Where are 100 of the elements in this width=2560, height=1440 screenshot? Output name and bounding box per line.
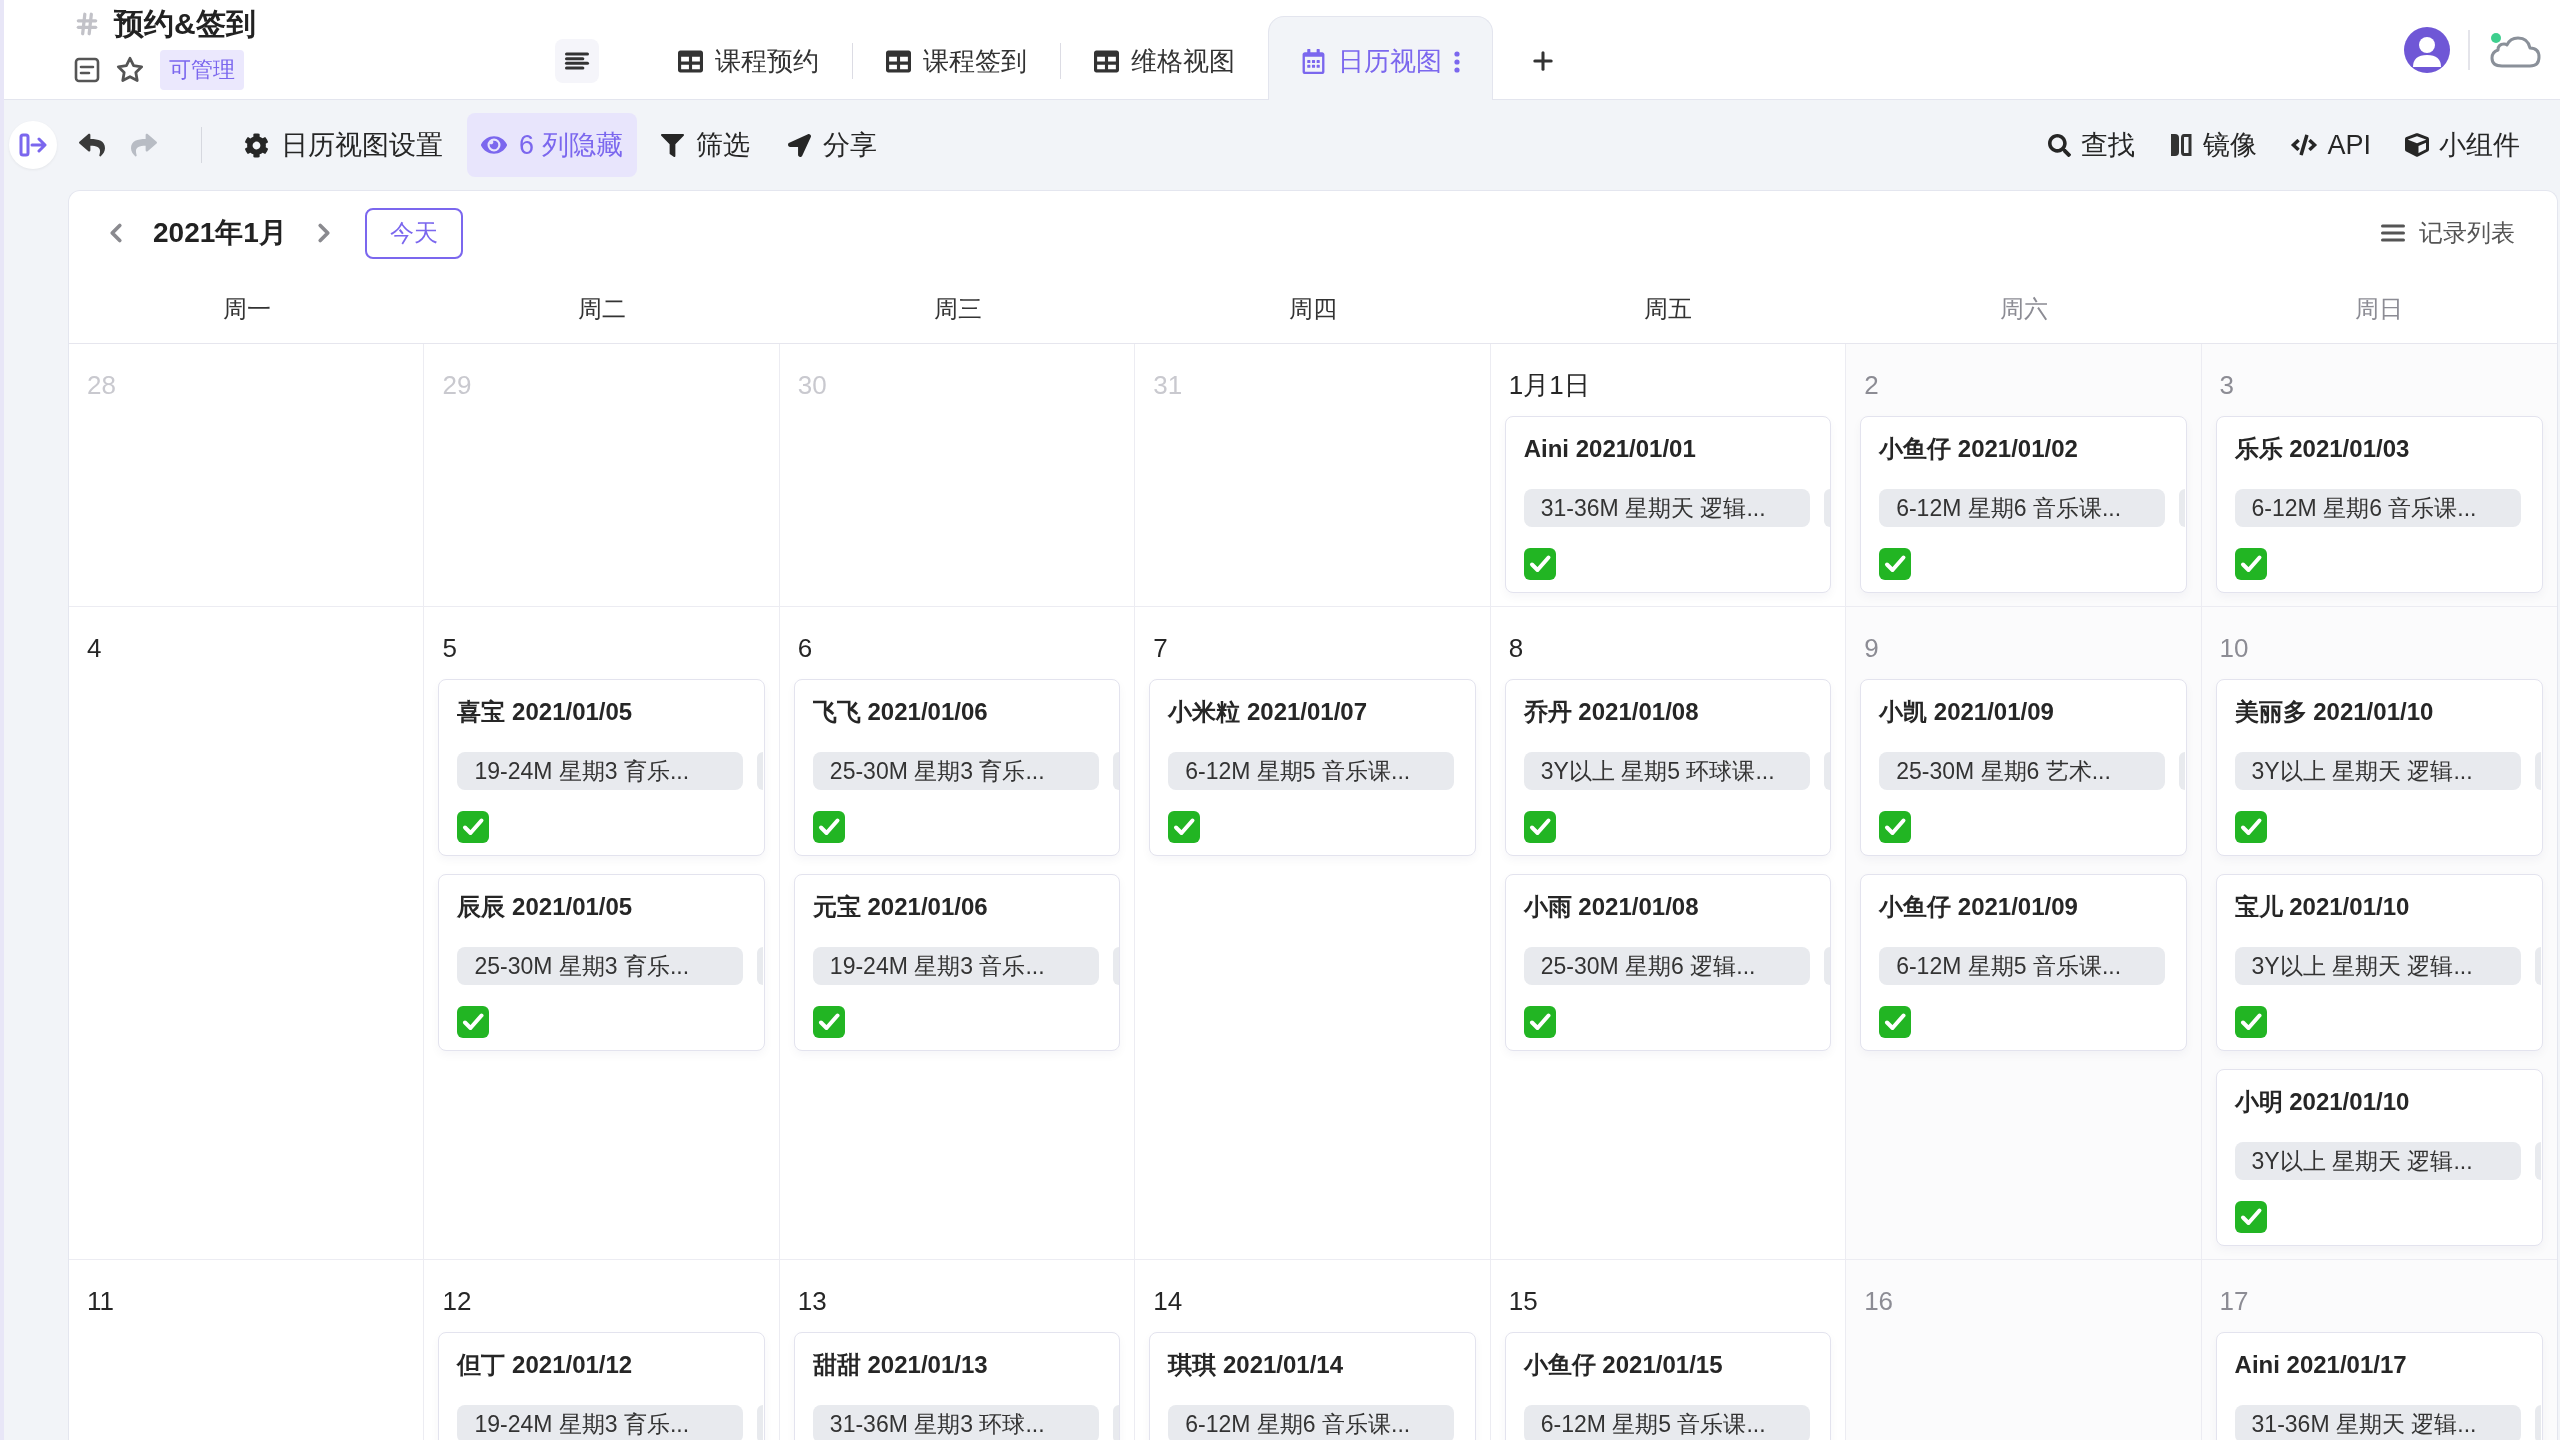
- sheet-title: 预约&签到: [114, 5, 256, 42]
- day-number: 9: [1863, 632, 1879, 664]
- day-number: 7: [1152, 632, 1168, 664]
- day-number: 2: [1863, 369, 1879, 401]
- weekday-label: 周六: [1999, 294, 2048, 324]
- today-button[interactable]: 今天: [364, 207, 463, 259]
- event-card[interactable]: 小鱼仔 2021/01/02 6-12M 星期6 音乐课...: [1860, 416, 2187, 593]
- api-button[interactable]: API: [2283, 117, 2379, 173]
- course-tag: 3Y以上 星期天 逻辑...: [2234, 947, 2521, 985]
- weekday-label: 周三: [933, 294, 982, 324]
- event-card[interactable]: 甜甜 2021/01/13 31-36M 星期3 环球...: [793, 1332, 1121, 1440]
- event-title: 甜甜 2021/01/13: [812, 1350, 988, 1380]
- course-tag: 6-12M 星期6 音乐课...: [1879, 489, 2166, 527]
- event-title: Aini 2021/01/17: [2234, 1350, 2407, 1380]
- day-number: 12: [441, 1285, 472, 1317]
- event-card[interactable]: 小鱼仔 2021/01/15 6-12M 星期5 音乐课...: [1504, 1332, 1832, 1440]
- star-icon: [116, 56, 144, 84]
- day-number: 17: [2218, 1285, 2249, 1317]
- record-list-button[interactable]: 记录列表: [2379, 217, 2515, 249]
- event-card[interactable]: Aini 2021/01/17 31-36M 星期天 逻辑...: [2215, 1332, 2543, 1440]
- event-card[interactable]: 小凯 2021/01/09 25-30M 星期6 艺术...: [1860, 679, 2187, 856]
- share-button[interactable]: 分享: [773, 113, 891, 177]
- view-tab[interactable]: 日历视图: [1268, 16, 1493, 100]
- mirror-button[interactable]: 镜像: [2161, 117, 2266, 173]
- gear-icon: [244, 132, 269, 158]
- event-title: 琪琪 2021/01/14: [1168, 1350, 1344, 1380]
- calendar-settings-button[interactable]: 日历视图设置: [230, 113, 457, 177]
- event-title: 小鱼仔 2021/01/02: [1879, 434, 2078, 464]
- month-label: 2021年1月: [153, 216, 287, 250]
- course-tag: 19-24M 星期3 音乐...: [812, 947, 1099, 985]
- view-tab[interactable]: 课程签到: [853, 16, 1060, 100]
- sidebar-toggle-button[interactable]: [9, 121, 57, 169]
- course-tag: 31-36M 星期3 环球...: [812, 1405, 1099, 1440]
- day-number: 14: [1152, 1285, 1183, 1317]
- send-icon: [787, 133, 811, 157]
- event-card[interactable]: 小鱼仔 2021/01/09 6-12M 星期5 音乐课...: [1860, 874, 2187, 1051]
- course-tag: 19-24M 星期3 育乐...: [457, 1405, 744, 1440]
- course-tag: 19-24M 星期3 育乐...: [457, 752, 744, 790]
- filter-icon: [660, 133, 684, 157]
- event-card[interactable]: 小米粒 2021/01/07 6-12M 星期5 音乐课...: [1149, 679, 1476, 856]
- event-card[interactable]: 美丽多 2021/01/10 3Y以上 星期天 逻辑...: [2215, 679, 2543, 856]
- find-button[interactable]: 查找: [2040, 117, 2144, 173]
- calendar-icon: [1301, 49, 1326, 74]
- weekday-label: 周四: [1289, 294, 1337, 324]
- day-number: 16: [1863, 1285, 1894, 1317]
- event-title: 小米粒 2021/01/07: [1168, 697, 1368, 727]
- course-tag: 25-30M 星期6 艺术...: [1879, 752, 2166, 790]
- code-icon: [2291, 132, 2318, 158]
- event-card[interactable]: 乔丹 2021/01/08 3Y以上 星期5 环球课...: [1504, 679, 1832, 856]
- table-icon: [1094, 49, 1119, 74]
- course-tag: 6-12M 星期6 音乐课...: [1168, 1405, 1455, 1440]
- course-tag: 3Y以上 星期天 逻辑...: [2234, 752, 2521, 790]
- course-tag: 25-30M 星期3 育乐...: [457, 947, 744, 985]
- avatar-icon[interactable]: [2404, 26, 2450, 73]
- event-card[interactable]: 宝儿 2021/01/10 3Y以上 星期天 逻辑...: [2215, 874, 2543, 1051]
- arrow-bar-icon: [19, 133, 47, 157]
- event-card[interactable]: 小明 2021/01/10 3Y以上 星期天 逻辑...: [2215, 1069, 2543, 1246]
- event-card[interactable]: 元宝 2021/01/06 19-24M 星期3 音乐...: [793, 874, 1121, 1051]
- table-icon: [678, 49, 703, 74]
- course-tag: 31-36M 星期天 逻辑...: [2234, 1405, 2521, 1440]
- document-icon[interactable]: [74, 57, 100, 83]
- event-title: 飞飞 2021/01/06: [812, 697, 988, 727]
- undo-icon: [79, 132, 105, 158]
- weekday-label: 周五: [1644, 294, 1693, 324]
- course-tag: 6-12M 星期5 音乐课...: [1523, 1405, 1810, 1440]
- event-title: 小鱼仔 2021/01/09: [1879, 892, 2078, 922]
- view-tab[interactable]: 课程预约: [645, 16, 852, 100]
- star-button[interactable]: [116, 56, 144, 84]
- event-card[interactable]: 小雨 2021/01/08 25-30M 星期6 逻辑...: [1504, 874, 1832, 1051]
- day-number: 5: [441, 632, 457, 664]
- course-tag: 25-30M 星期3 育乐...: [812, 752, 1099, 790]
- day-number: 4: [86, 632, 102, 664]
- event-title: 美丽多 2021/01/10: [2234, 697, 2434, 727]
- event-card[interactable]: Aini 2021/01/01 31-36M 星期天 逻辑...: [1504, 416, 1832, 593]
- event-title: 小雨 2021/01/08: [1523, 892, 1699, 922]
- menu-button[interactable]: [555, 38, 599, 83]
- day-number: 11: [86, 1285, 114, 1317]
- weekday-label: 周二: [578, 294, 627, 324]
- event-card[interactable]: 乐乐 2021/01/03 6-12M 星期6 音乐课...: [2215, 416, 2543, 593]
- filter-button[interactable]: 筛选: [646, 113, 764, 177]
- split-bars-icon: [2169, 132, 2194, 158]
- search-icon: [2048, 133, 2072, 157]
- event-card[interactable]: 琪琪 2021/01/14 6-12M 星期6 音乐课...: [1149, 1332, 1476, 1440]
- event-title: 喜宝 2021/01/05: [457, 697, 633, 727]
- event-title: 元宝 2021/01/06: [812, 892, 988, 922]
- day-number: 6: [796, 632, 813, 664]
- event-card[interactable]: 但丁 2021/01/12 19-24M 星期3 育乐...: [438, 1332, 765, 1440]
- event-card[interactable]: 辰辰 2021/01/05 25-30M 星期3 育乐...: [438, 874, 765, 1051]
- view-tab[interactable]: 维格视图: [1061, 16, 1268, 100]
- course-tag: 3Y以上 星期天 逻辑...: [2234, 1142, 2521, 1180]
- redo-icon: [131, 132, 157, 158]
- day-number: 3: [2218, 369, 2235, 401]
- event-card[interactable]: 喜宝 2021/01/05 19-24M 星期3 育乐...: [438, 679, 765, 856]
- day-number: 13: [796, 1285, 827, 1317]
- event-title: 辰辰 2021/01/05: [457, 892, 633, 922]
- event-card[interactable]: 飞飞 2021/01/06 25-30M 星期3 育乐...: [793, 679, 1121, 856]
- course-tag: 31-36M 星期天 逻辑...: [1523, 489, 1810, 527]
- day-number: 10: [2218, 632, 2249, 664]
- widget-button[interactable]: 小组件: [2397, 117, 2528, 173]
- course-tag: 6-12M 星期6 音乐课...: [2234, 489, 2521, 527]
